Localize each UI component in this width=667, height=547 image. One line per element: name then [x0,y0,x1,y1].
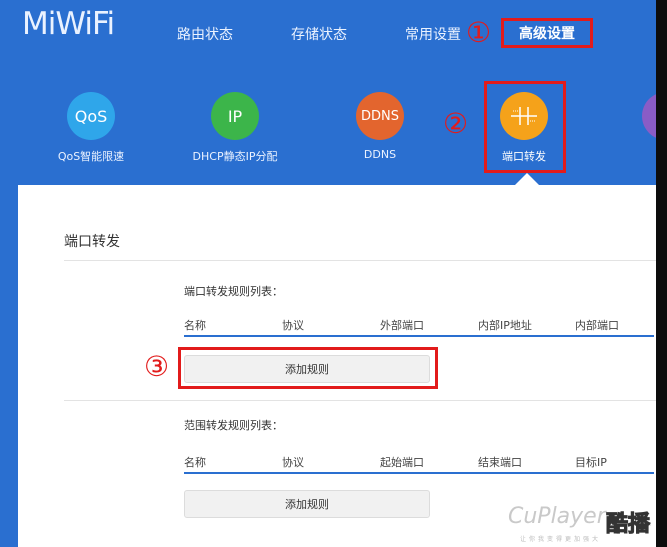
qos-icon: QoS [67,92,115,140]
active-pointer [515,173,539,185]
page-title: 端口转发 [64,234,120,250]
col-protocol: 协议 [282,456,304,469]
col-name: 名称 [184,319,206,332]
feature-port-forward[interactable]: 端口转发 [464,92,584,164]
watermark-brand: CuPlayer [508,504,606,529]
feature-v[interactable]: V V [620,92,661,161]
col-external-port: 外部端口 [380,319,424,332]
feature-dhcp-label: DHCP静态IP分配 [192,150,278,163]
feature-qos[interactable]: QoS QoS智能限速 [31,92,151,164]
section-divider [64,400,661,401]
add-port-rule-button[interactable]: 添加规则 [184,355,430,383]
feature-ddns[interactable]: DDNS DDNS [320,92,440,161]
feature-port-forward-label: 端口转发 [502,150,546,163]
step-marker-1: ① [466,16,492,49]
content-card: 端口转发 端口转发规则列表： 名称 协议 外部端口 内部IP地址 内部端口 ③ … [18,185,661,547]
ip-icon: IP [211,92,259,140]
port-list-header: 名称 协议 外部端口 内部IP地址 内部端口 [184,313,654,337]
feature-ddns-label: DDNS [363,148,397,161]
watermark-cn: 酷播 [605,512,651,538]
col-protocol: 协议 [282,319,304,332]
title-divider [64,260,661,261]
col-target-ip: 目标IP [575,456,607,469]
router-admin-window: MiWiFi 路由状态 存储状态 常用设置 ① 高级设置 QoS QoS智能限速… [0,0,661,547]
nav-router-status[interactable]: 路由状态 [177,24,233,44]
col-start-port: 起始端口 [380,456,424,469]
nav-common-settings[interactable]: 常用设置 [405,24,461,44]
col-internal-ip: 内部IP地址 [478,319,532,332]
nav-storage-status[interactable]: 存储状态 [291,24,347,44]
ddns-icon: DDNS [356,92,404,140]
port-forward-icon [500,92,548,140]
feature-dhcp[interactable]: IP DHCP静态IP分配 [175,92,295,164]
miwifi-logo: MiWiFi [22,6,115,42]
step-marker-3: ③ [144,350,170,383]
feature-qos-label: QoS智能限速 [57,150,125,163]
nav-advanced-settings[interactable]: 高级设置 [501,18,593,48]
range-list-title: 范围转发规则列表： [184,419,283,432]
add-range-rule-button[interactable]: 添加规则 [184,490,430,518]
port-list-title: 端口转发规则列表： [184,285,283,298]
col-name: 名称 [184,456,206,469]
col-end-port: 结束端口 [478,456,522,469]
col-internal-port: 内部端口 [575,319,619,332]
range-list-header: 名称 协议 起始端口 结束端口 目标IP [184,450,654,474]
window-edge [656,0,667,547]
watermark-sub: 让你我变得更加强大 [520,536,602,543]
